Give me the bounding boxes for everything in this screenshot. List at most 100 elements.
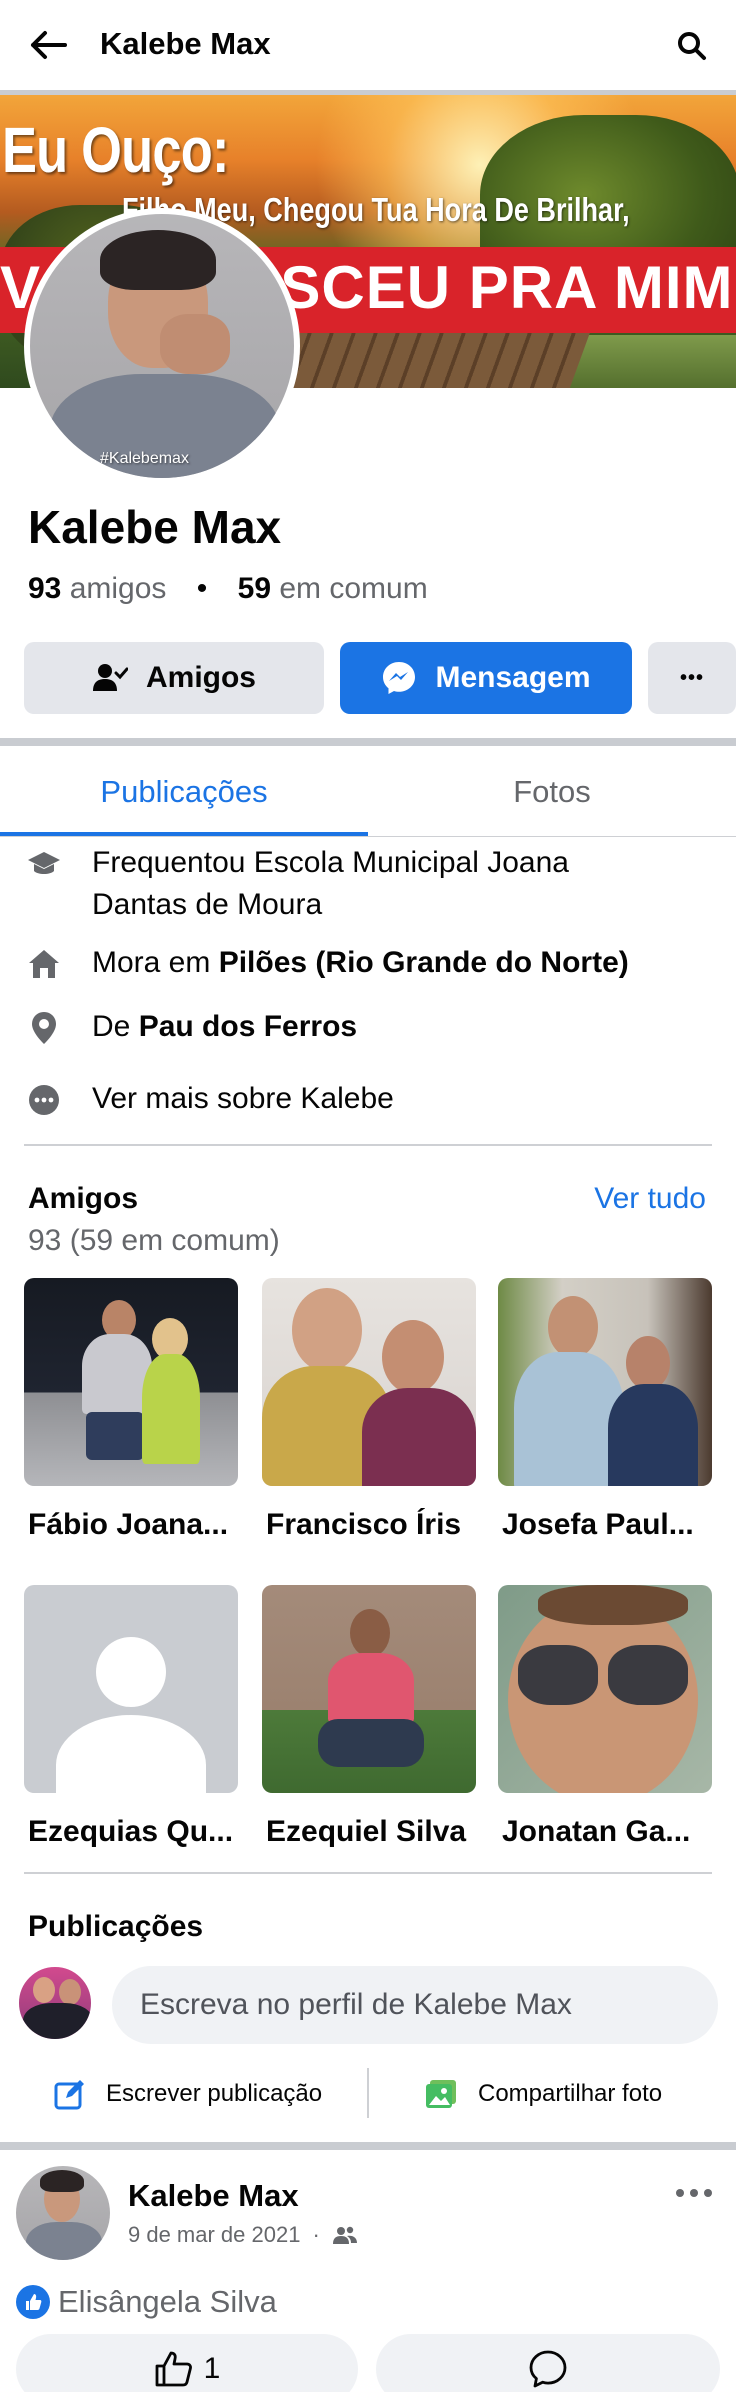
see-all-friends-link[interactable]: Ver tudo (594, 1182, 706, 1216)
like-button[interactable]: 1 (16, 2334, 358, 2392)
post-meta-separator: · (312, 2222, 320, 2247)
post-author-avatar[interactable] (16, 2166, 110, 2260)
composer-divider (0, 2142, 736, 2150)
composer-separator (367, 2068, 369, 2118)
more-options-button[interactable]: ••• (648, 642, 736, 714)
search-icon (678, 32, 706, 60)
messenger-icon (381, 660, 417, 696)
home-icon (24, 944, 64, 984)
about-hometown: De Pau dos Ferros (24, 1006, 714, 1048)
tab-posts[interactable]: Publicações (0, 748, 368, 836)
message-button-label: Mensagem (435, 661, 591, 694)
mutual-label: em comum (279, 572, 428, 605)
friend-card[interactable]: Josefa Paul... (498, 1278, 712, 1542)
friend-card[interactable]: Jonatan Ga... (498, 1585, 712, 1849)
friend-photo[interactable] (262, 1278, 476, 1486)
friend-card[interactable]: Ezequiel Silva (262, 1585, 476, 1849)
reactor-name: Elisângela Silva (58, 2284, 277, 2319)
friend-name[interactable]: Francisco Íris (266, 1508, 480, 1542)
lives-prefix: Mora em (92, 946, 211, 979)
friends-section-count: 93 (59 em comum) (28, 1224, 280, 1257)
more-circle-icon (24, 1080, 64, 1120)
hometown-place[interactable]: Pau dos Ferros (139, 1010, 357, 1043)
share-photo-button[interactable]: Compartilhar foto (424, 2066, 662, 2122)
avatar-watermark: #Kalebemax (100, 450, 189, 467)
friend-photo[interactable] (498, 1278, 712, 1486)
post-options-button[interactable] (672, 2178, 716, 2208)
arrow-left-icon (31, 31, 67, 59)
about-see-more[interactable]: Ver mais sobre Kalebe (24, 1078, 714, 1120)
cover-water (560, 335, 736, 388)
avatar-hand (160, 314, 230, 374)
post-reactions[interactable]: Elisângela Silva (16, 2284, 277, 2320)
search-button[interactable] (670, 24, 714, 68)
profile-actions: Amigos Mensagem ••• (24, 642, 736, 714)
see-more-text: Ver mais sobre Kalebe (92, 1082, 394, 1115)
composer-avatar[interactable] (16, 1964, 94, 2042)
comment-button[interactable] (376, 2334, 720, 2392)
friend-name[interactable]: Jonatan Ga... (502, 1815, 716, 1849)
friends-summary[interactable]: 93 amigos • 59 em comum (28, 572, 428, 606)
write-post-button[interactable]: Escrever publicação (54, 2066, 322, 2122)
profile-tabs: Publicações Fotos (0, 748, 736, 838)
cover-text-line1: Eu Ouço: (2, 114, 230, 186)
like-count: 1 (203, 2352, 221, 2385)
avatar-hair (100, 230, 216, 290)
thumbs-up-icon (154, 2350, 194, 2388)
friend-card[interactable]: Fábio Joana... (24, 1278, 238, 1542)
friends-button[interactable]: Amigos (24, 642, 324, 714)
back-button[interactable] (22, 22, 74, 68)
message-button[interactable]: Mensagem (340, 642, 632, 714)
education-text: Frequentou Escola Municipal Joana Dantas… (92, 846, 569, 921)
mutual-count: 59 (237, 572, 272, 605)
friend-photo[interactable] (262, 1585, 476, 1793)
top-bar: Kalebe Max (0, 0, 736, 90)
friend-photo[interactable] (498, 1585, 712, 1793)
friend-name[interactable]: Ezequiel Silva (266, 1815, 480, 1849)
friend-name[interactable]: Josefa Paul... (502, 1508, 716, 1542)
share-photo-label: Compartilhar foto (478, 2080, 663, 2107)
lives-place[interactable]: Pilões (Rio Grande do Norte) (219, 946, 629, 979)
profile-avatar[interactable]: #Kalebemax (30, 214, 294, 478)
more-horizontal-icon (676, 2189, 712, 2197)
post-meta: 9 de mar de 2021 · (128, 2222, 358, 2248)
header-title: Kalebe Max (100, 26, 271, 61)
posts-section-title: Publicações (28, 1910, 204, 1943)
write-post-label: Escrever publicação (106, 2080, 323, 2107)
friend-photo-placeholder[interactable] (24, 1585, 238, 1793)
friend-name[interactable]: Fábio Joana... (28, 1508, 242, 1542)
about-education: Frequentou Escola Municipal Joana Dantas… (24, 842, 714, 926)
profile-avatar-frame[interactable]: #Kalebemax (24, 208, 300, 484)
post-author-name[interactable]: Kalebe Max (128, 2178, 299, 2214)
friend-name[interactable]: Ezequias Qu... (28, 1815, 242, 1849)
photo-icon (424, 2078, 458, 2110)
lives-in-text: Mora em Pilões (Rio Grande do Norte) (92, 942, 629, 984)
composer-input[interactable]: Escreva no perfil de Kalebe Max (112, 1966, 718, 2044)
more-dots-icon: ••• (679, 666, 704, 689)
location-pin-icon (24, 1008, 64, 1048)
profile-name: Kalebe Max (28, 501, 282, 553)
edit-icon (54, 2078, 86, 2110)
friend-card[interactable]: Francisco Íris (262, 1278, 476, 1542)
friends-audience-icon (332, 2225, 358, 2245)
about-lives-in: Mora em Pilões (Rio Grande do Norte) (24, 942, 714, 984)
friends-section-title: Amigos (28, 1182, 139, 1215)
friends-divider (24, 1872, 712, 1874)
hometown-prefix: De (92, 1010, 131, 1043)
post-date[interactable]: 9 de mar de 2021 (128, 2222, 300, 2248)
comment-bubble-icon (528, 2349, 568, 2389)
hometown-text: De Pau dos Ferros (92, 1006, 357, 1048)
about-divider (24, 1144, 712, 1146)
friend-check-icon (92, 663, 128, 693)
tab-photos[interactable]: Fotos (368, 748, 736, 836)
friends-separator: • (196, 572, 208, 605)
friends-button-label: Amigos (145, 661, 256, 694)
friends-count: 93 (28, 572, 62, 605)
friend-photo[interactable] (24, 1278, 238, 1486)
friends-label: amigos (69, 572, 167, 605)
friend-card[interactable]: Ezequias Qu... (24, 1585, 238, 1849)
tabs-divider (0, 836, 736, 837)
section-divider (0, 738, 736, 746)
like-reaction-icon (16, 2285, 50, 2319)
graduation-cap-icon (24, 844, 64, 884)
